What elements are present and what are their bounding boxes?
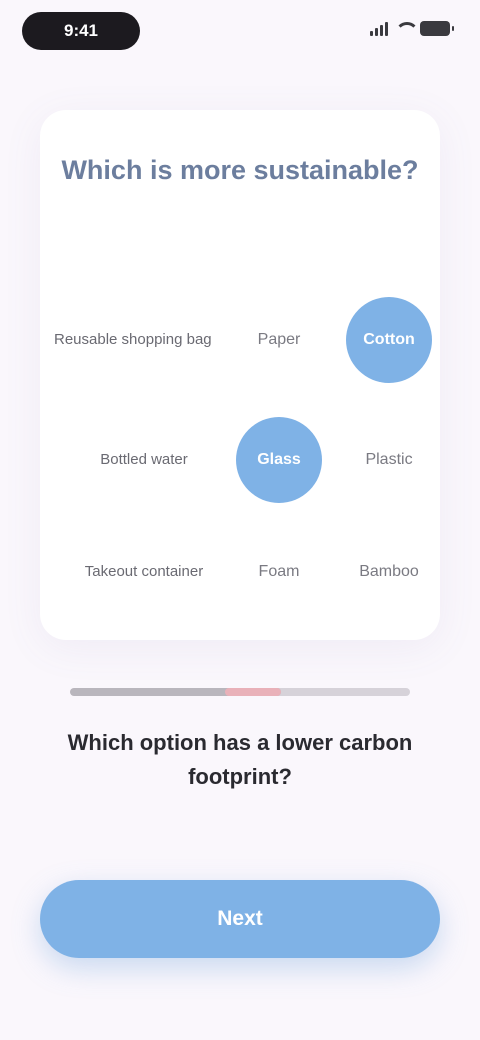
- card-title: Which is more sustainable?: [61, 155, 419, 185]
- quiz-progress-bar: [70, 688, 410, 696]
- row-1-option-a[interactable]: Paper: [236, 297, 322, 383]
- next-button[interactable]: Next: [40, 880, 440, 958]
- comparison-row-3: Takeout container Foam Bamboo: [40, 522, 440, 622]
- row-3-option-b[interactable]: Bamboo: [346, 529, 432, 615]
- question-text: Which option has a lower carbon footprin…: [67, 730, 413, 789]
- wifi-icon: [395, 22, 419, 36]
- battery-icon: [420, 21, 454, 36]
- row-2-option-a[interactable]: Glass: [236, 417, 322, 503]
- comparison-row-1: Reusable shopping bag Paper Cotton: [40, 290, 440, 390]
- comparison-card: Which is more sustainable? Reusable shop…: [40, 110, 440, 640]
- row-3-option-a[interactable]: Foam: [236, 529, 322, 615]
- status-bar: 9:41: [0, 0, 480, 64]
- row-label-1: Reusable shopping bag: [54, 331, 212, 348]
- row-1-option-b[interactable]: Cotton: [346, 297, 432, 383]
- row-label-3: Takeout container: [84, 563, 204, 580]
- quiz-progress-marker: [224, 688, 281, 696]
- quiz-screen: 9:41 Which is more sustainable? Reusable…: [0, 0, 480, 1040]
- status-icons: [370, 20, 454, 36]
- row-2-option-b[interactable]: Plastic: [346, 417, 432, 503]
- comparison-row-2: Bottled water Glass Plastic: [40, 410, 440, 510]
- status-time: 9:41: [22, 12, 140, 50]
- signal-icon: [370, 20, 388, 36]
- row-label-2: Bottled water: [100, 451, 188, 468]
